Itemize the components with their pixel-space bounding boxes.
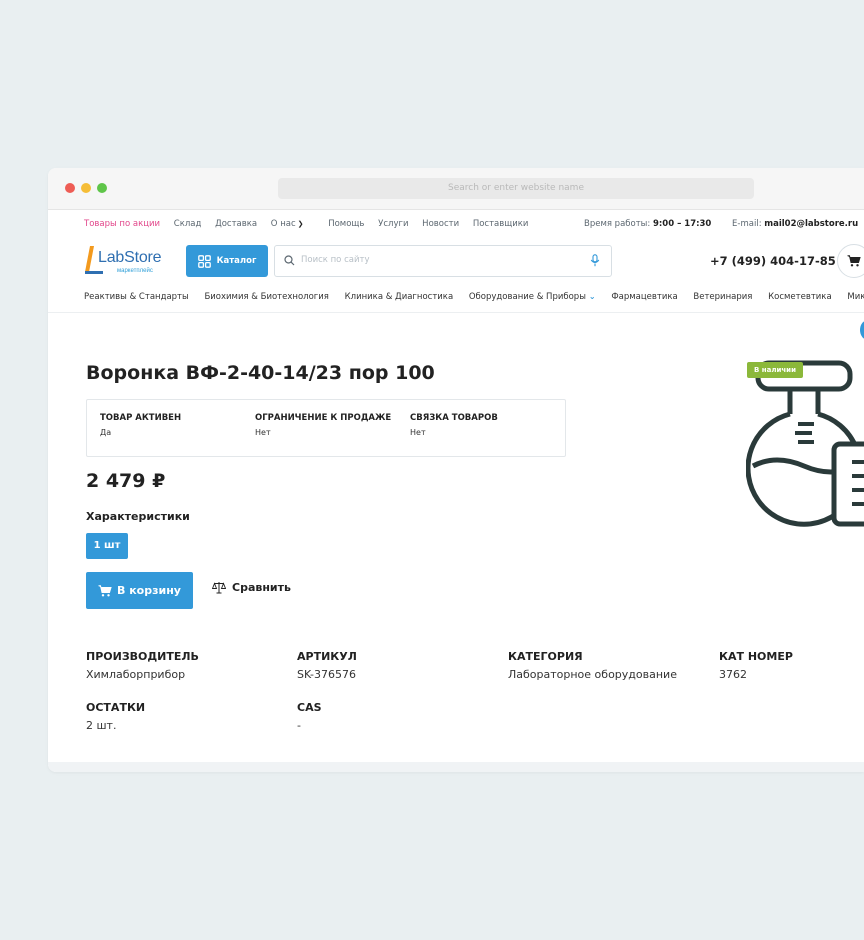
link-delivery[interactable]: Доставка xyxy=(215,219,257,229)
header-cart-button[interactable] xyxy=(837,244,864,278)
grid-icon xyxy=(197,254,211,268)
search-placeholder: Поиск по сайту xyxy=(301,255,370,265)
chevron-down-icon: ⌄ xyxy=(588,292,596,301)
nav-item-pharma[interactable]: Фармацевтика xyxy=(611,292,677,302)
spec-label: ПРОИЗВОДИТЕЛЬ xyxy=(86,650,199,663)
link-suppliers[interactable]: Поставщики xyxy=(473,219,529,229)
spec-label: CAS xyxy=(297,701,322,714)
category-nav: Реактивы & Стандарты Биохимия & Биотехно… xyxy=(84,292,864,302)
nav-item-reagents[interactable]: Реактивы & Стандарты xyxy=(84,292,189,302)
prop-bundle: СВЯЗКА ТОВАРОВ Нет xyxy=(410,413,498,437)
cart-icon xyxy=(98,584,112,596)
prop-active: ТОВАР АКТИВЕН Да xyxy=(100,413,181,437)
search-icon xyxy=(284,255,295,266)
spec-value: - xyxy=(297,719,301,732)
spec-value: SK-376576 xyxy=(297,668,357,681)
flask-icon xyxy=(746,360,864,527)
catalog-label: Каталог xyxy=(216,256,257,266)
minimize-window-button[interactable] xyxy=(81,183,91,193)
logo-subtitle: маркетплейс xyxy=(117,268,153,274)
unit-option-chip[interactable]: 1 шт xyxy=(86,533,128,559)
prop-label: ОГРАНИЧЕНИЕ К ПРОДАЖЕ xyxy=(255,413,392,423)
email-link[interactable]: mail02@labstore.ru xyxy=(764,219,858,229)
spec-label: КАТЕГОРИЯ xyxy=(508,650,583,663)
spec-stock: ОСТАТКИ 2 шт. xyxy=(86,701,145,732)
spec-label: КАТ НОМЕР xyxy=(719,650,793,663)
prop-value: Нет xyxy=(410,428,426,437)
browser-window: Search or enter website name Товары по а… xyxy=(48,168,864,772)
characteristics-heading: Характеристики xyxy=(86,510,190,523)
nav-item-veterinary[interactable]: Ветеринария xyxy=(693,292,752,302)
add-to-cart-label: В корзину xyxy=(117,584,181,597)
address-bar[interactable]: Search or enter website name xyxy=(278,178,754,199)
hours-label: Время работы: xyxy=(584,219,651,229)
spec-category: КАТЕГОРИЯ Лабораторное оборудование xyxy=(508,650,677,681)
spec-article: АРТИКУЛ SK-376576 xyxy=(297,650,357,681)
floating-action-button[interactable] xyxy=(860,320,864,340)
spec-value: 2 шт. xyxy=(86,719,117,732)
microphone-icon[interactable] xyxy=(590,254,600,267)
product-price: 2 479 ₽ xyxy=(86,470,166,492)
promo-link[interactable]: Товары по акции xyxy=(84,219,160,229)
product-status-box: ТОВАР АКТИВЕН Да ОГРАНИЧЕНИЕ К ПРОДАЖЕ Н… xyxy=(86,399,566,457)
maximize-window-button[interactable] xyxy=(97,183,107,193)
link-about-label: О нас xyxy=(270,219,296,229)
spec-catalog-number: КАТ НОМЕР 3762 xyxy=(719,650,793,681)
link-services[interactable]: Услуги xyxy=(378,219,408,229)
spec-manufacturer: ПРОИЗВОДИТЕЛЬ Химлаборприбор xyxy=(86,650,199,681)
cart-icon xyxy=(847,255,861,267)
nav-item-equipment[interactable]: Оборудование & Приборы ⌄ xyxy=(469,292,596,302)
compare-button[interactable]: Сравнить xyxy=(212,581,291,594)
hours-value: 9:00 – 17:30 xyxy=(652,219,712,229)
nav-item-cosmeceutics[interactable]: Косметевтика xyxy=(768,292,832,302)
prop-value: Да xyxy=(100,428,112,437)
link-about[interactable]: О нас ❯ xyxy=(271,219,315,229)
in-stock-badge: В наличии xyxy=(747,362,803,378)
product-title: Воронка ВФ-2-40-14/23 пор 100 xyxy=(86,362,435,384)
logo-text: LabStore xyxy=(98,249,162,266)
link-news[interactable]: Новости xyxy=(422,219,459,229)
spec-label: ОСТАТКИ xyxy=(86,701,146,714)
nav-item-micro[interactable]: Микрозле xyxy=(847,292,864,302)
link-help[interactable]: Помощь xyxy=(328,219,364,229)
prop-value: Нет xyxy=(255,428,271,437)
spec-value: Лабораторное оборудование xyxy=(508,668,677,681)
top-links: Товары по акции Склад Доставка О нас ❯ По… xyxy=(84,219,539,233)
nav-item-equipment-label: Оборудование & Приборы xyxy=(468,292,586,302)
contact-info: Время работы: 9:00 – 17:30 E-mail: mail0… xyxy=(584,219,864,229)
prop-label: СВЯЗКА ТОВАРОВ xyxy=(410,413,498,423)
phone-number[interactable]: +7 (499) 404-17-85 xyxy=(710,254,836,268)
prop-sale-restriction: ОГРАНИЧЕНИЕ К ПРОДАЖЕ Нет xyxy=(255,413,391,437)
header-divider xyxy=(48,312,864,313)
spec-cas: CAS - xyxy=(297,701,322,732)
chevron-down-icon: ❯ xyxy=(297,220,304,228)
browser-titlebar: Search or enter website name xyxy=(48,168,864,210)
spec-label: АРТИКУЛ xyxy=(297,650,357,663)
close-window-button[interactable] xyxy=(65,183,75,193)
add-to-cart-button[interactable]: В корзину xyxy=(86,572,193,609)
logo[interactable]: LabStore маркетплейс xyxy=(84,243,170,277)
email-label: E-mail: xyxy=(732,219,762,229)
spec-value: 3762 xyxy=(719,668,747,681)
search-input[interactable]: Поиск по сайту xyxy=(274,245,612,277)
nav-item-clinic[interactable]: Клиника & Диагностика xyxy=(345,292,454,302)
compare-label: Сравнить xyxy=(232,581,291,594)
nav-item-biochemistry[interactable]: Биохимия & Биотехнология xyxy=(204,292,328,302)
link-warehouse[interactable]: Склад xyxy=(174,219,202,229)
scales-icon xyxy=(212,582,226,594)
prop-label: ТОВАР АКТИВЕН xyxy=(100,413,182,423)
spec-value: Химлаборприбор xyxy=(86,668,186,681)
footer-strip xyxy=(48,762,864,772)
catalog-button[interactable]: Каталог xyxy=(186,245,268,277)
